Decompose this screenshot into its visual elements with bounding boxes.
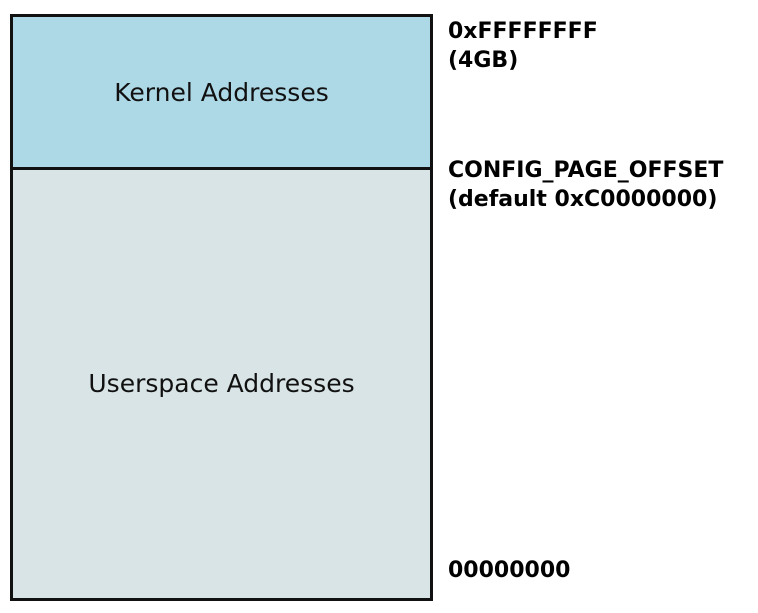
page-offset-label: CONFIG_PAGE_OFFSET (default 0xC0000000) [448,156,723,214]
memory-map-diagram: Kernel Addresses Userspace Addresses [10,14,433,601]
bottom-address-value: 00000000 [448,558,571,583]
page-offset-default: (default 0xC0000000) [448,187,718,212]
userspace-address-region: Userspace Addresses [13,170,430,598]
userspace-region-label: Userspace Addresses [88,369,355,398]
top-address-label: 0xFFFFFFFF (4GB) [448,17,598,75]
kernel-region-label: Kernel Addresses [114,77,329,107]
page-offset-name: CONFIG_PAGE_OFFSET [448,158,724,183]
bottom-address-label: 00000000 [448,556,570,585]
kernel-address-region: Kernel Addresses [13,17,430,170]
top-address-value: 0xFFFFFFFF [448,19,598,44]
top-address-size: (4GB) [448,48,519,73]
